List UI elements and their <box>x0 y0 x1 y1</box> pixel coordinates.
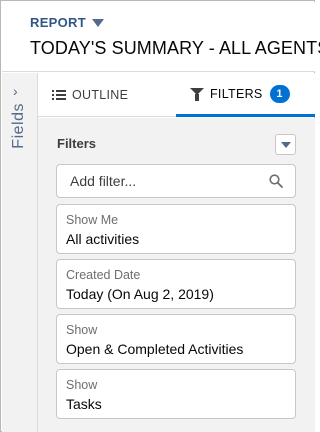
tab-filters-label: FILTERS <box>210 86 263 101</box>
fields-rail[interactable]: › Fields <box>2 73 38 432</box>
filter-item-label: Created Date <box>66 268 141 282</box>
filter-item-show-type[interactable]: Show Tasks <box>56 369 296 419</box>
filters-panel: Filters Show Me All activities Created D… <box>38 118 315 432</box>
chevron-right-icon[interactable]: › <box>13 83 18 99</box>
filter-item-show-status[interactable]: Show Open & Completed Activities <box>56 314 296 364</box>
chevron-down-icon <box>280 141 291 148</box>
page-title: TODAY'S SUMMARY - ALL AGENTS <box>30 38 320 58</box>
fields-rail-label[interactable]: Fields <box>10 103 28 149</box>
filters-heading: Filters <box>57 136 97 151</box>
report-type-label: REPORT <box>30 15 86 30</box>
tab-filters[interactable]: FILTERS 1 <box>176 73 315 117</box>
report-header: REPORT TODAY'S SUMMARY - ALL AGENTS <box>2 2 320 72</box>
filter-item-show-me[interactable]: Show Me All activities <box>56 204 296 254</box>
list-icon <box>52 90 66 100</box>
filter-item-created-date[interactable]: Created Date Today (On Aug 2, 2019) <box>56 259 296 309</box>
filter-item-label: Show Me <box>66 213 119 227</box>
filter-item-value: All activities <box>66 231 140 247</box>
filters-menu-button[interactable] <box>275 134 296 155</box>
filter-item-label: Show <box>66 378 98 392</box>
tab-outline[interactable]: OUTLINE <box>52 73 128 117</box>
search-icon <box>269 174 283 188</box>
caret-down-icon[interactable] <box>91 18 104 27</box>
filter-count-badge: 1 <box>269 84 290 103</box>
panel-tabs: OUTLINE FILTERS 1 <box>38 73 315 117</box>
report-type-menu[interactable]: REPORT <box>30 15 104 30</box>
filter-item-label: Show <box>66 323 98 337</box>
filter-item-value: Tasks <box>66 396 102 412</box>
add-filter-search[interactable] <box>56 164 296 198</box>
filter-icon <box>190 88 204 101</box>
filter-item-value: Open & Completed Activities <box>66 341 244 357</box>
filter-item-value: Today (On Aug 2, 2019) <box>66 286 214 302</box>
tab-outline-label: OUTLINE <box>72 88 129 102</box>
report-builder-window: REPORT TODAY'S SUMMARY - ALL AGENTS › Fi… <box>0 0 320 432</box>
add-filter-input[interactable] <box>70 165 260 197</box>
